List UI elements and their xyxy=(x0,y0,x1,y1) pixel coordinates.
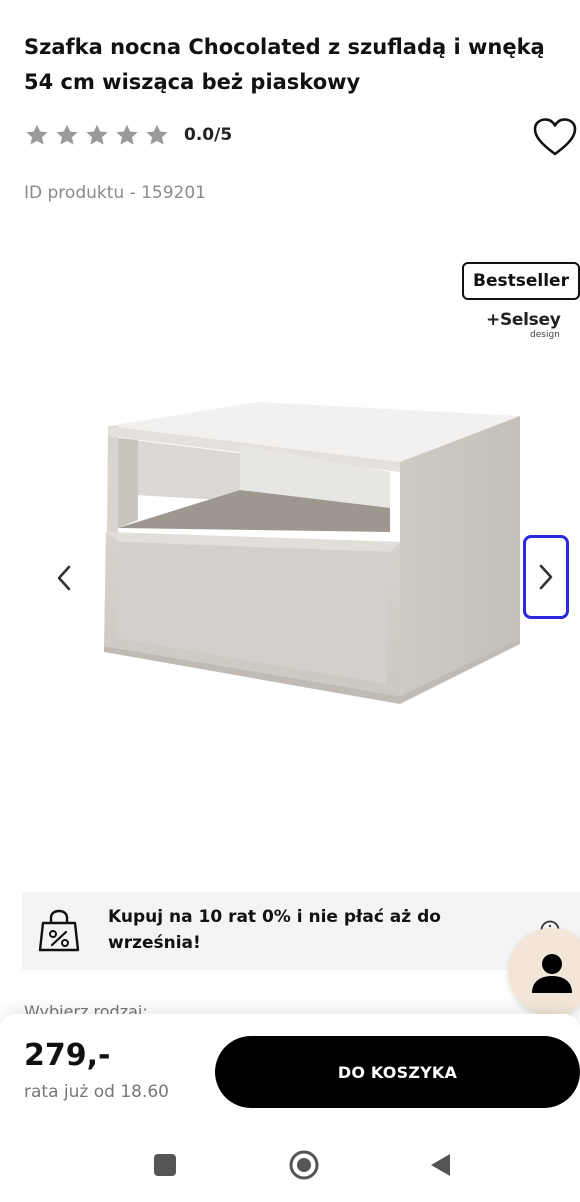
rating[interactable]: 0.0/5 xyxy=(24,120,232,150)
star-icon xyxy=(116,124,138,145)
person-icon xyxy=(532,954,572,993)
brand-logo: +Selsey design xyxy=(486,310,580,340)
gallery-prev-button[interactable] xyxy=(46,560,82,596)
chevron-right-icon xyxy=(539,564,553,590)
rating-stars xyxy=(24,122,170,148)
product-id: ID produktu - 159201 xyxy=(24,183,207,203)
add-to-cart-button[interactable]: DO KOSZYKA xyxy=(215,1036,580,1108)
brand-sub: design xyxy=(530,330,560,340)
product-title: Szafka nocna Chocolated z szufladą i wnę… xyxy=(24,35,545,94)
rating-value: 0.0/5 xyxy=(184,125,233,145)
gallery-next-button[interactable] xyxy=(523,535,569,619)
star-icon xyxy=(26,124,48,145)
chat-button[interactable] xyxy=(508,928,580,1016)
system-nav-bar xyxy=(0,1132,580,1202)
price: 279,- xyxy=(24,1038,111,1073)
installment-promo-banner[interactable]: Kupuj na 10 rat 0% i nie płać aż do wrze… xyxy=(22,892,580,970)
shopping-bag-percent-icon xyxy=(38,909,80,952)
star-icon xyxy=(56,124,78,145)
chevron-left-icon xyxy=(57,565,71,591)
bestseller-badge: Bestseller xyxy=(462,262,580,300)
product-image xyxy=(104,402,520,704)
heart-icon xyxy=(533,118,577,156)
brand-name: +Selsey xyxy=(486,310,561,330)
promo-text: Kupuj na 10 rat 0% i nie płać aż do wrze… xyxy=(108,907,441,953)
star-icon xyxy=(86,124,108,145)
wishlist-button[interactable] xyxy=(530,114,580,160)
star-icon xyxy=(146,124,168,145)
home-icon[interactable] xyxy=(288,1149,320,1181)
installment-text: rata już od 18.60 xyxy=(24,1082,169,1102)
recents-icon[interactable] xyxy=(154,1154,176,1176)
back-icon[interactable] xyxy=(428,1152,452,1178)
product-gallery[interactable]: Bestseller +Selsey design xyxy=(0,240,580,880)
purchase-bar: 279,- rata już od 18.60 DO KOSZYKA xyxy=(0,1014,580,1132)
